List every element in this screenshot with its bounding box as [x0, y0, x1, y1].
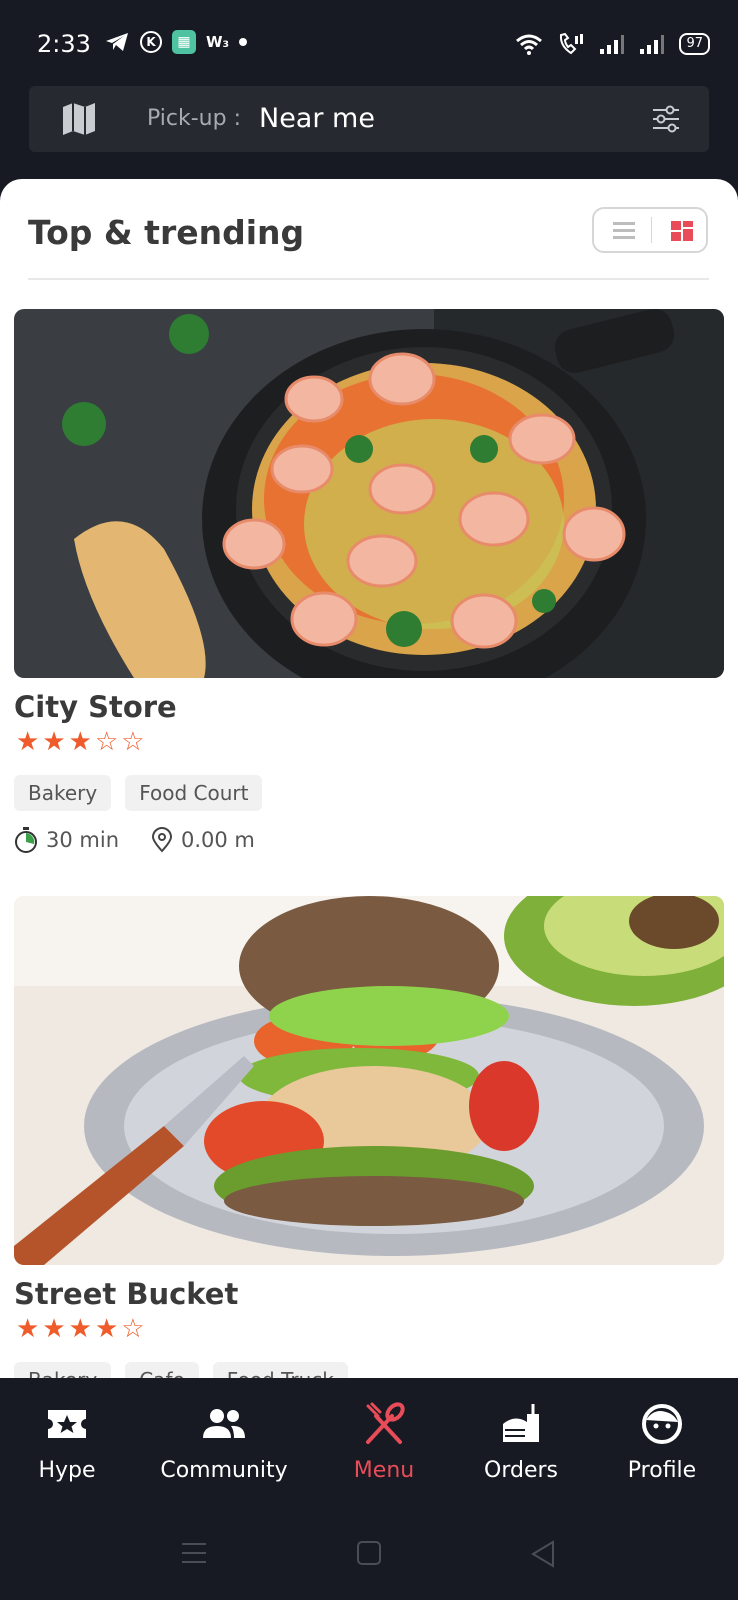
store-card[interactable]: City Store ★ ★ ★ ☆ ☆ Bakery Food Court 3… [14, 309, 724, 853]
star-filled-icon: ★ [42, 1314, 66, 1344]
star-empty-icon: ☆ [121, 1314, 145, 1344]
tag: Food Truck [212, 1362, 348, 1379]
store-image-mushroom-burger [14, 896, 724, 1265]
rating-stars: ★ ★ ★ ★ ☆ [16, 1314, 145, 1344]
signal-2-icon [639, 33, 665, 55]
nav-profile-label: Profile [627, 1458, 697, 1483]
nav-orders-label: Orders [484, 1458, 558, 1483]
delivery-time: 30 min [14, 827, 119, 853]
k-app-icon: K [140, 31, 162, 53]
nav-hype-label: Hype [38, 1458, 96, 1483]
store-image-shrimp-zoodles [14, 309, 724, 678]
store-name: Street Bucket [14, 1277, 239, 1311]
ticket-star-icon [48, 1410, 86, 1438]
distance-value: 0.00 m [181, 828, 255, 852]
store-tags: Bakery Cafe Food Truck [14, 1362, 348, 1379]
star-filled-icon: ★ [42, 727, 66, 757]
battery-indicator: 97 [679, 33, 710, 55]
back-triangle-icon[interactable] [530, 1540, 556, 1572]
view-mode-toggle [592, 207, 708, 253]
nav-hype[interactable]: Hype [0, 1402, 137, 1483]
tag: Bakery [14, 775, 112, 811]
map-icon [61, 102, 97, 140]
tag: Cafe [125, 1362, 199, 1379]
signal-1-icon [599, 33, 625, 55]
notification-dot-icon [239, 38, 248, 46]
store-card[interactable]: Street Bucket ★ ★ ★ ★ ☆ Bakery Cafe Food… [14, 896, 724, 1379]
pickup-label: Pick-up : [147, 106, 241, 131]
star-filled-icon: ★ [68, 1314, 92, 1344]
status-bar: 2:33 K ▦ W₃ 97 [0, 0, 738, 80]
store-tags: Bakery Food Court [14, 775, 263, 811]
content-sheet: Top & trending City Store ★ ★ ★ ☆ ☆ Bake… [0, 179, 738, 1379]
pickup-value: Near me [259, 103, 375, 134]
calculator-app-icon: ▦ [172, 30, 196, 54]
distance: 0.00 m [151, 827, 255, 853]
status-time: 2:33 [37, 30, 91, 58]
view-toggle-separator [651, 217, 652, 243]
star-empty-icon: ☆ [121, 727, 145, 757]
rating-stars: ★ ★ ★ ☆ ☆ [16, 727, 145, 757]
nav-menu-label: Menu [353, 1458, 415, 1483]
store-name: City Store [14, 690, 177, 724]
nav-community-label: Community [160, 1458, 288, 1483]
status-left-icons: K ▦ W₃ [104, 30, 248, 54]
section-divider [28, 278, 709, 280]
wifi-icon [515, 33, 543, 55]
list-view-icon[interactable] [612, 220, 636, 246]
tag: Bakery [14, 1362, 112, 1379]
nav-menu[interactable]: Menu [314, 1402, 454, 1483]
location-pin-icon [151, 827, 173, 853]
tag: Food Court [125, 775, 263, 811]
face-icon [642, 1404, 682, 1444]
nav-profile[interactable]: Profile [592, 1402, 732, 1483]
store-meta: 30 min 0.00 m [14, 827, 255, 853]
telegram-icon [104, 31, 130, 53]
section-title: Top & trending [28, 213, 305, 252]
star-filled-icon: ★ [94, 1314, 119, 1344]
people-icon [203, 1409, 245, 1438]
fork-knife-icon [366, 1402, 405, 1444]
filter-sliders-icon[interactable] [651, 104, 681, 138]
nav-community[interactable]: Community [154, 1402, 294, 1483]
status-right-icons: 97 [515, 32, 710, 56]
pickup-location-bar[interactable]: Pick-up : Near me [29, 86, 709, 152]
home-square-icon[interactable] [356, 1540, 382, 1570]
star-filled-icon: ★ [16, 727, 40, 757]
recents-menu-icon[interactable] [180, 1540, 208, 1570]
takeaway-bag-icon [503, 1404, 539, 1442]
volte-call-icon [557, 32, 585, 56]
delivery-time-value: 30 min [46, 828, 119, 852]
grid-view-icon[interactable] [670, 220, 694, 246]
w-app-icon: W₃ [206, 33, 230, 51]
system-navigation-bar [0, 1540, 738, 1580]
stopwatch-icon [15, 827, 37, 853]
star-empty-icon: ☆ [94, 727, 119, 757]
star-filled-icon: ★ [16, 1314, 40, 1344]
star-filled-icon: ★ [68, 727, 92, 757]
nav-orders[interactable]: Orders [451, 1402, 591, 1483]
